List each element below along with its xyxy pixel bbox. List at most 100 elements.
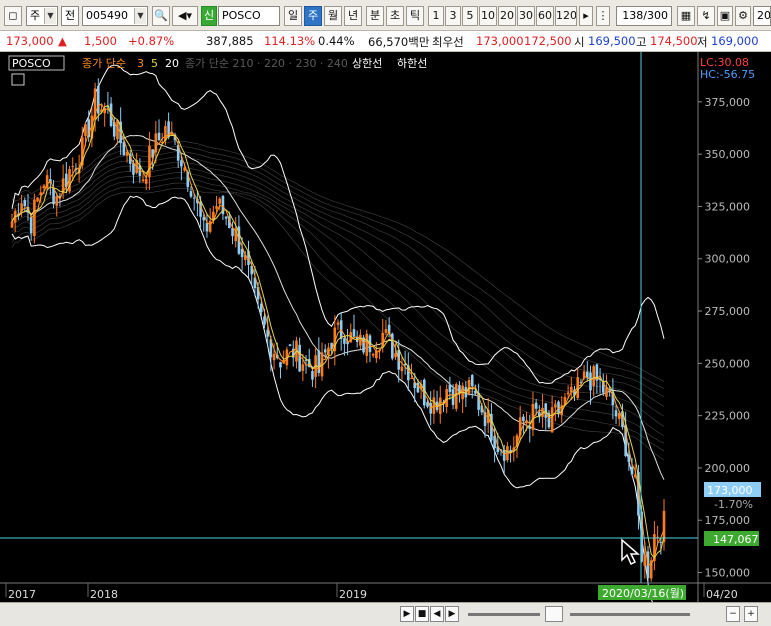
high-label: 고 <box>636 35 647 49</box>
interval-30-button[interactable]: 30 <box>517 6 535 26</box>
volume: 387,885 <box>206 34 254 48</box>
minute-button[interactable]: 분 <box>366 6 384 26</box>
period-month-button[interactable]: 월 <box>324 6 342 26</box>
candle-body <box>352 329 356 337</box>
stock-name: POSCO <box>222 9 261 22</box>
play-button[interactable]: ▶ <box>400 606 414 622</box>
chevron-down-icon[interactable]: ▼ <box>134 8 146 24</box>
stop-button[interactable]: ■ <box>415 606 429 622</box>
long-ma-line <box>11 151 665 398</box>
chevron-down-icon[interactable]: ▼ <box>44 8 56 24</box>
candle-body <box>470 375 474 387</box>
candle-body <box>215 206 218 209</box>
stock-name-field: POSCO <box>218 6 280 26</box>
candle-body <box>343 338 346 344</box>
interval-10-button[interactable]: 10 <box>479 6 497 26</box>
speaker-icon[interactable]: ◀▾ <box>172 6 198 26</box>
high-price: 174,500 <box>650 34 698 48</box>
y-tick-label: 175,000 <box>705 514 751 527</box>
candle-body <box>55 196 59 206</box>
price-chart[interactable]: 375,000 350,000 325,000 300,000 275,000 250,0… <box>0 52 771 602</box>
zoom-in-button[interactable]: + <box>744 606 758 622</box>
save-icon[interactable]: ▣ <box>717 6 733 26</box>
window-menu-icon[interactable]: ◻ <box>4 6 22 26</box>
interval-1-button[interactable]: 1 <box>428 6 444 26</box>
x-tick-label: 2019 <box>339 588 367 601</box>
interval-20-button[interactable]: 20 <box>498 6 516 26</box>
current-change-label: -1.70% <box>714 498 753 511</box>
candle-body <box>589 372 592 391</box>
search-icon[interactable]: 🔍 <box>152 6 170 26</box>
chart-toolbar: ◻ 주 ▼ 전 005490 ▼ 🔍 ◀▾ 신 POSCO 일 주 월 년 분 … <box>0 0 771 31</box>
stock-code-input[interactable]: 005490 ▼ <box>82 6 148 26</box>
legend-ma2-title: 종가 단순 210 · 220 · 230 · 240 <box>185 57 348 70</box>
candle-body <box>643 554 647 566</box>
best-quote-label: 최우선 <box>432 35 464 49</box>
legend-ma-20: 20 <box>165 57 179 70</box>
mode-select[interactable]: 주 ▼ <box>26 6 58 26</box>
extra-label: 20 <box>757 9 771 22</box>
long-ma-line <box>11 172 665 437</box>
candle-body <box>23 200 27 207</box>
interval-120-button[interactable]: 120 <box>555 6 577 26</box>
candle-body <box>218 198 222 204</box>
forward-button[interactable]: ▶ <box>445 606 459 622</box>
grid-icon[interactable]: ▦ <box>677 6 695 26</box>
candle-body <box>288 344 292 346</box>
zoom-track[interactable] <box>570 613 690 616</box>
market-select[interactable]: 전 <box>61 6 79 26</box>
best-ask: 173,000 <box>476 34 524 48</box>
open-price: 169,500 <box>588 34 636 48</box>
candle-body <box>202 217 206 221</box>
count-input[interactable]: 138/300 <box>616 6 672 26</box>
candle-body <box>33 199 36 237</box>
candle-body <box>84 124 87 137</box>
count-value: 138 <box>622 9 644 22</box>
candle-body <box>279 361 282 368</box>
long-ma-line <box>11 156 665 407</box>
candle-body <box>502 449 506 461</box>
legend-ma-title: 종가 단순 <box>82 57 126 70</box>
period-week-button[interactable]: 주 <box>304 6 322 26</box>
zoom-out-button[interactable]: − <box>726 606 740 622</box>
back-button[interactable]: ◀ <box>430 606 444 622</box>
y-tick-label: 200,000 <box>705 462 751 475</box>
y-tick-label: 325,000 <box>705 200 751 213</box>
period-day-button[interactable]: 일 <box>284 6 302 26</box>
legend-ma-5: 5 <box>151 57 158 70</box>
candle-body <box>630 466 634 475</box>
extra-field[interactable]: 20 <box>753 6 771 26</box>
stock-code-value: 005490 <box>86 9 128 22</box>
scroll-track[interactable] <box>468 613 540 616</box>
hc-label: HC:-56.75 <box>700 68 755 81</box>
current-price: 173,000 <box>6 34 54 48</box>
candle-body <box>365 333 369 356</box>
trend-icon[interactable]: ↯ <box>697 6 715 26</box>
long-ma-line <box>11 140 665 382</box>
candle-body <box>554 404 557 408</box>
settings-icon[interactable]: ⋮ <box>596 6 610 26</box>
candle-body <box>71 166 75 168</box>
grid-toggle-icon[interactable] <box>11 73 25 86</box>
turnover: 0.44% <box>318 34 355 48</box>
x-tick-label: 2017 <box>8 588 36 601</box>
gear-icon[interactable]: ⚙ <box>735 6 751 26</box>
interval-5-button[interactable]: 5 <box>462 6 478 26</box>
candle-body <box>29 216 33 234</box>
second-button[interactable]: 초 <box>386 6 404 26</box>
interval-3-button[interactable]: 3 <box>445 6 461 26</box>
tick-button[interactable]: 틱 <box>406 6 424 26</box>
candle-body <box>141 179 145 182</box>
chevron-right-icon[interactable]: ▸ <box>579 6 593 26</box>
y-tick-label: 350,000 <box>705 148 751 161</box>
zoom-slider-handle[interactable] <box>545 606 563 622</box>
ma3-line <box>11 103 665 566</box>
x-tick-label: 2018 <box>90 588 118 601</box>
legend-upper: 상한선 <box>352 57 382 70</box>
chart-canvas[interactable]: 375,000 350,000 325,000 300,000 275,000 250,0… <box>0 52 771 602</box>
scroll-bar: ▶ ■ ◀ ▶ − + <box>0 602 771 626</box>
long-ma-line <box>11 182 665 452</box>
interval-60-button[interactable]: 60 <box>536 6 554 26</box>
period-year-button[interactable]: 년 <box>344 6 362 26</box>
candle-body <box>557 401 560 413</box>
